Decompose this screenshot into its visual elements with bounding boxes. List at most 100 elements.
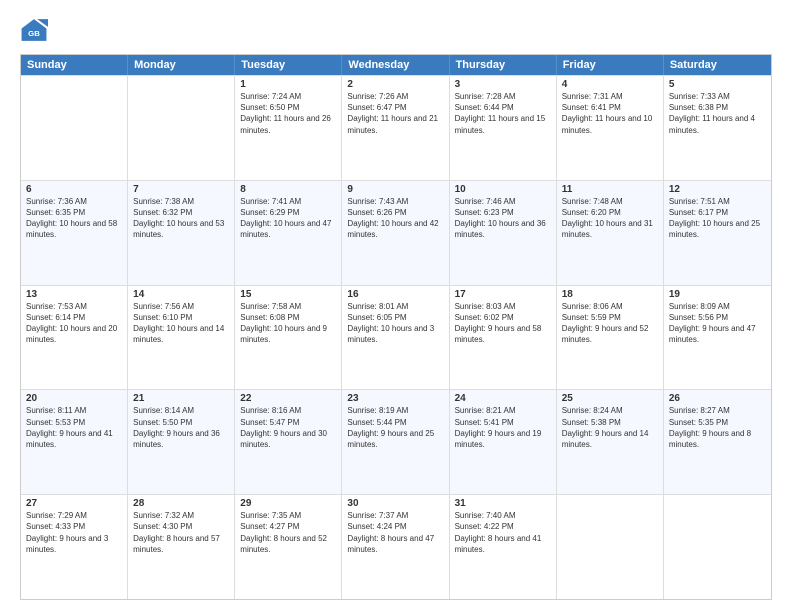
header-day-monday: Monday (128, 55, 235, 75)
calendar: SundayMondayTuesdayWednesdayThursdayFrid… (20, 54, 772, 600)
cell-day-number: 23 (347, 393, 443, 404)
calendar-header: SundayMondayTuesdayWednesdayThursdayFrid… (21, 55, 771, 75)
header-day-wednesday: Wednesday (342, 55, 449, 75)
header-day-sunday: Sunday (21, 55, 128, 75)
calendar-cell: 7Sunrise: 7:38 AMSunset: 6:32 PMDaylight… (128, 181, 235, 285)
cell-info: Sunrise: 8:16 AMSunset: 5:47 PMDaylight:… (240, 405, 336, 450)
calendar-row-5: 27Sunrise: 7:29 AMSunset: 4:33 PMDayligh… (21, 494, 771, 599)
cell-day-number: 30 (347, 498, 443, 509)
cell-info: Sunrise: 8:03 AMSunset: 6:02 PMDaylight:… (455, 301, 551, 346)
cell-day-number: 17 (455, 289, 551, 300)
header-day-tuesday: Tuesday (235, 55, 342, 75)
calendar-cell: 23Sunrise: 8:19 AMSunset: 5:44 PMDayligh… (342, 390, 449, 494)
calendar-cell: 13Sunrise: 7:53 AMSunset: 6:14 PMDayligh… (21, 286, 128, 390)
calendar-cell (557, 495, 664, 599)
cell-day-number: 11 (562, 184, 658, 195)
cell-info: Sunrise: 8:19 AMSunset: 5:44 PMDaylight:… (347, 405, 443, 450)
cell-info: Sunrise: 7:48 AMSunset: 6:20 PMDaylight:… (562, 196, 658, 241)
cell-info: Sunrise: 8:14 AMSunset: 5:50 PMDaylight:… (133, 405, 229, 450)
cell-info: Sunrise: 7:32 AMSunset: 4:30 PMDaylight:… (133, 510, 229, 555)
calendar-cell: 20Sunrise: 8:11 AMSunset: 5:53 PMDayligh… (21, 390, 128, 494)
cell-info: Sunrise: 8:24 AMSunset: 5:38 PMDaylight:… (562, 405, 658, 450)
cell-info: Sunrise: 7:29 AMSunset: 4:33 PMDaylight:… (26, 510, 122, 555)
cell-day-number: 18 (562, 289, 658, 300)
cell-day-number: 7 (133, 184, 229, 195)
calendar-cell: 12Sunrise: 7:51 AMSunset: 6:17 PMDayligh… (664, 181, 771, 285)
page-header: GB (20, 16, 772, 44)
cell-info: Sunrise: 7:43 AMSunset: 6:26 PMDaylight:… (347, 196, 443, 241)
cell-day-number: 5 (669, 79, 766, 90)
calendar-cell: 26Sunrise: 8:27 AMSunset: 5:35 PMDayligh… (664, 390, 771, 494)
calendar-row-2: 6Sunrise: 7:36 AMSunset: 6:35 PMDaylight… (21, 180, 771, 285)
header-day-thursday: Thursday (450, 55, 557, 75)
svg-text:GB: GB (28, 29, 40, 38)
cell-info: Sunrise: 7:38 AMSunset: 6:32 PMDaylight:… (133, 196, 229, 241)
header-day-saturday: Saturday (664, 55, 771, 75)
cell-day-number: 20 (26, 393, 122, 404)
cell-info: Sunrise: 7:36 AMSunset: 6:35 PMDaylight:… (26, 196, 122, 241)
cell-day-number: 22 (240, 393, 336, 404)
cell-info: Sunrise: 8:11 AMSunset: 5:53 PMDaylight:… (26, 405, 122, 450)
calendar-cell: 1Sunrise: 7:24 AMSunset: 6:50 PMDaylight… (235, 76, 342, 180)
cell-day-number: 27 (26, 498, 122, 509)
calendar-cell: 6Sunrise: 7:36 AMSunset: 6:35 PMDaylight… (21, 181, 128, 285)
calendar-cell: 24Sunrise: 8:21 AMSunset: 5:41 PMDayligh… (450, 390, 557, 494)
calendar-cell (21, 76, 128, 180)
cell-day-number: 8 (240, 184, 336, 195)
cell-day-number: 12 (669, 184, 766, 195)
cell-info: Sunrise: 8:06 AMSunset: 5:59 PMDaylight:… (562, 301, 658, 346)
cell-info: Sunrise: 7:31 AMSunset: 6:41 PMDaylight:… (562, 91, 658, 136)
cell-info: Sunrise: 7:41 AMSunset: 6:29 PMDaylight:… (240, 196, 336, 241)
cell-info: Sunrise: 7:40 AMSunset: 4:22 PMDaylight:… (455, 510, 551, 555)
calendar-body: 1Sunrise: 7:24 AMSunset: 6:50 PMDaylight… (21, 75, 771, 599)
calendar-cell: 27Sunrise: 7:29 AMSunset: 4:33 PMDayligh… (21, 495, 128, 599)
calendar-row-1: 1Sunrise: 7:24 AMSunset: 6:50 PMDaylight… (21, 75, 771, 180)
logo: GB (20, 16, 52, 44)
calendar-cell: 3Sunrise: 7:28 AMSunset: 6:44 PMDaylight… (450, 76, 557, 180)
cell-info: Sunrise: 7:56 AMSunset: 6:10 PMDaylight:… (133, 301, 229, 346)
calendar-cell: 29Sunrise: 7:35 AMSunset: 4:27 PMDayligh… (235, 495, 342, 599)
calendar-cell: 22Sunrise: 8:16 AMSunset: 5:47 PMDayligh… (235, 390, 342, 494)
cell-day-number: 13 (26, 289, 122, 300)
cell-day-number: 21 (133, 393, 229, 404)
calendar-row-4: 20Sunrise: 8:11 AMSunset: 5:53 PMDayligh… (21, 389, 771, 494)
calendar-cell: 2Sunrise: 7:26 AMSunset: 6:47 PMDaylight… (342, 76, 449, 180)
calendar-cell: 10Sunrise: 7:46 AMSunset: 6:23 PMDayligh… (450, 181, 557, 285)
calendar-cell: 31Sunrise: 7:40 AMSunset: 4:22 PMDayligh… (450, 495, 557, 599)
calendar-row-3: 13Sunrise: 7:53 AMSunset: 6:14 PMDayligh… (21, 285, 771, 390)
calendar-cell: 25Sunrise: 8:24 AMSunset: 5:38 PMDayligh… (557, 390, 664, 494)
cell-day-number: 24 (455, 393, 551, 404)
cell-info: Sunrise: 7:28 AMSunset: 6:44 PMDaylight:… (455, 91, 551, 136)
cell-day-number: 16 (347, 289, 443, 300)
header-day-friday: Friday (557, 55, 664, 75)
cell-info: Sunrise: 8:21 AMSunset: 5:41 PMDaylight:… (455, 405, 551, 450)
calendar-cell: 28Sunrise: 7:32 AMSunset: 4:30 PMDayligh… (128, 495, 235, 599)
cell-day-number: 9 (347, 184, 443, 195)
calendar-cell: 17Sunrise: 8:03 AMSunset: 6:02 PMDayligh… (450, 286, 557, 390)
cell-day-number: 29 (240, 498, 336, 509)
calendar-cell: 8Sunrise: 7:41 AMSunset: 6:29 PMDaylight… (235, 181, 342, 285)
cell-info: Sunrise: 7:53 AMSunset: 6:14 PMDaylight:… (26, 301, 122, 346)
cell-day-number: 4 (562, 79, 658, 90)
cell-day-number: 25 (562, 393, 658, 404)
cell-info: Sunrise: 7:46 AMSunset: 6:23 PMDaylight:… (455, 196, 551, 241)
logo-icon: GB (20, 16, 48, 44)
cell-info: Sunrise: 7:58 AMSunset: 6:08 PMDaylight:… (240, 301, 336, 346)
calendar-cell: 5Sunrise: 7:33 AMSunset: 6:38 PMDaylight… (664, 76, 771, 180)
cell-info: Sunrise: 7:33 AMSunset: 6:38 PMDaylight:… (669, 91, 766, 136)
calendar-cell: 14Sunrise: 7:56 AMSunset: 6:10 PMDayligh… (128, 286, 235, 390)
cell-day-number: 6 (26, 184, 122, 195)
cell-info: Sunrise: 8:27 AMSunset: 5:35 PMDaylight:… (669, 405, 766, 450)
calendar-cell (128, 76, 235, 180)
calendar-cell: 30Sunrise: 7:37 AMSunset: 4:24 PMDayligh… (342, 495, 449, 599)
calendar-cell: 18Sunrise: 8:06 AMSunset: 5:59 PMDayligh… (557, 286, 664, 390)
cell-day-number: 15 (240, 289, 336, 300)
cell-day-number: 31 (455, 498, 551, 509)
calendar-cell: 19Sunrise: 8:09 AMSunset: 5:56 PMDayligh… (664, 286, 771, 390)
cell-day-number: 10 (455, 184, 551, 195)
calendar-cell: 9Sunrise: 7:43 AMSunset: 6:26 PMDaylight… (342, 181, 449, 285)
calendar-cell: 16Sunrise: 8:01 AMSunset: 6:05 PMDayligh… (342, 286, 449, 390)
calendar-cell: 15Sunrise: 7:58 AMSunset: 6:08 PMDayligh… (235, 286, 342, 390)
cell-day-number: 14 (133, 289, 229, 300)
cell-day-number: 2 (347, 79, 443, 90)
